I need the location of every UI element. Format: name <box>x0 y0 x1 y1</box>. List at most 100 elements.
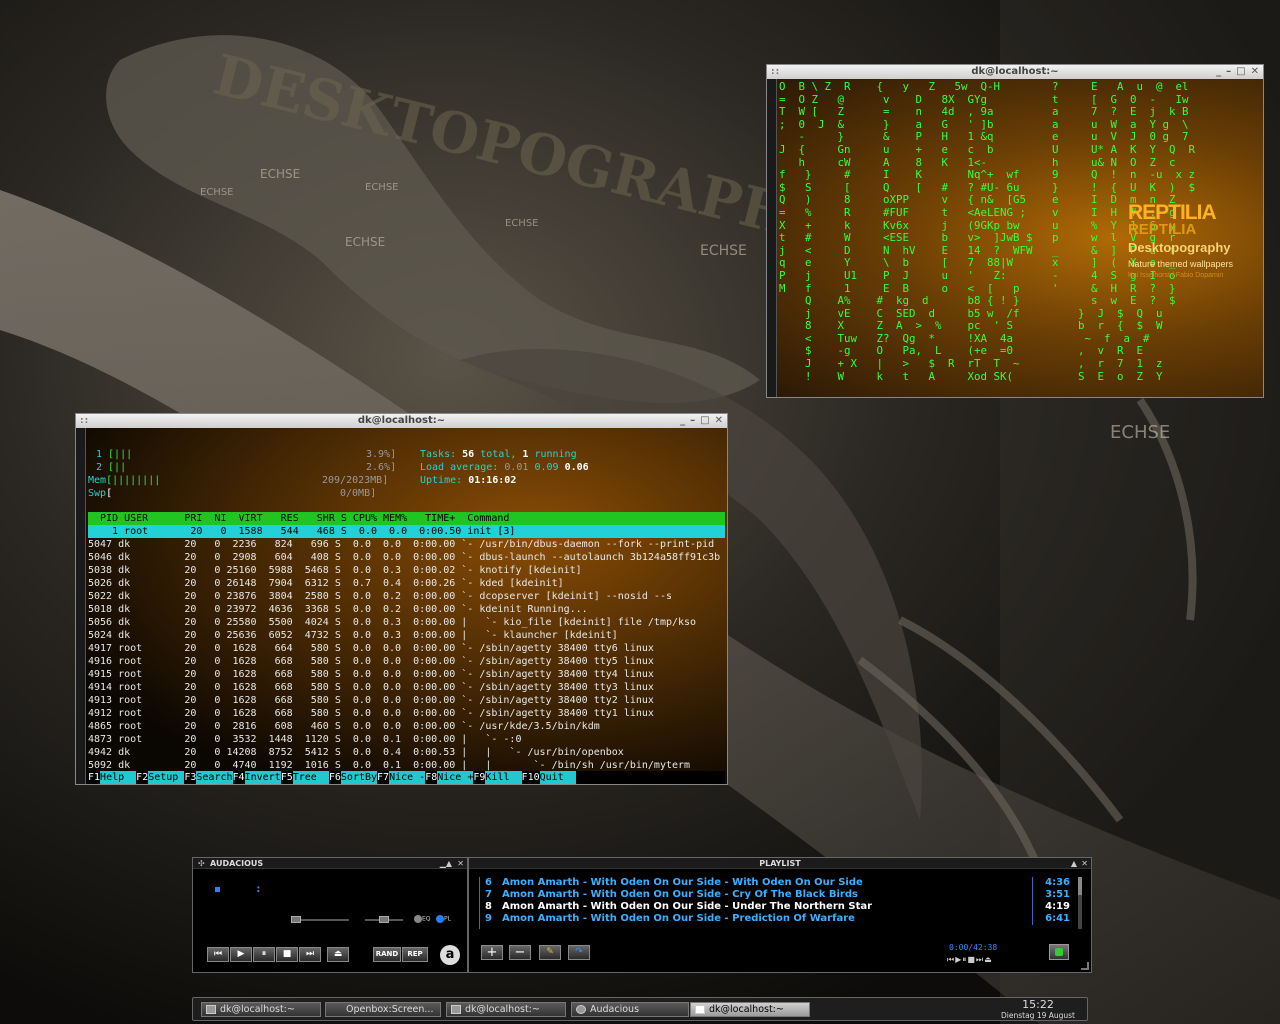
fkey-label[interactable]: Nice + <box>437 771 474 784</box>
process-row[interactable]: 4942 dk 20 0 14208 8752 5412 S 0.0 0.4 0… <box>88 746 624 759</box>
task-button[interactable]: Openbox:Screen... <box>325 1002 441 1017</box>
process-row[interactable]: 5056 dk 20 0 25580 5500 4024 S 0.0 0.3 0… <box>88 616 696 629</box>
fkey-label[interactable]: Tree <box>292 771 329 784</box>
close-icon[interactable]: ✕ <box>715 414 723 428</box>
fkey-label[interactable]: Kill <box>485 771 522 784</box>
previous-button[interactable]: ⏮ <box>207 947 229 962</box>
fkey-label[interactable]: Nice - <box>389 771 426 784</box>
pl-toggle[interactable]: PL <box>436 915 451 923</box>
process-row[interactable]: 5047 dk 20 0 2236 824 696 S 0.0 0.0 0:00… <box>88 538 714 551</box>
matrix-line: T W [ Z = n 4d , 9a a 7 ? E j k B <box>779 105 1189 119</box>
scrollbar[interactable] <box>76 428 86 784</box>
playlist-time: 0:00/42:38 <box>949 943 998 952</box>
window-icon <box>206 1005 216 1014</box>
process-row[interactable]: 4917 root 20 0 1628 664 580 S 0.0 0.0 0:… <box>88 642 654 655</box>
volume-slider[interactable] <box>291 916 349 923</box>
play-button[interactable]: ▶ <box>230 947 252 962</box>
select-tracks-button[interactable]: ✎ <box>539 945 561 960</box>
playlist-track[interactable]: 6 Amon Amarth - With Oden On Our Side - W… <box>480 877 1079 889</box>
fkey-label[interactable]: Setup <box>148 771 185 784</box>
wallpaper-word: ECHSE <box>200 187 234 198</box>
close-icon[interactable]: ✕ <box>457 858 464 869</box>
balance-slider[interactable] <box>365 916 403 923</box>
player-titlebar[interactable]: ✣ AUDACIOUS ▁▲ ✕ <box>193 858 467 869</box>
playlist-track[interactable]: 8 Amon Amarth - With Oden On Our Side - U… <box>480 901 1079 913</box>
track-number: 6 <box>485 877 492 888</box>
eject-button[interactable]: ⏏ <box>327 947 349 962</box>
scrollbar[interactable] <box>767 79 777 397</box>
maximize-icon[interactable]: □ <box>700 414 709 428</box>
remove-track-button[interactable]: − <box>509 945 531 960</box>
task-button[interactable]: dk@localhost:~ <box>201 1002 321 1017</box>
process-table-header[interactable]: PID USER PRI NI VIRT RES SHR S CPU% MEM%… <box>88 512 725 525</box>
playlist-track[interactable]: 9 Amon Amarth - With Oden On Our Side - P… <box>480 913 1079 925</box>
player-title: AUDACIOUS <box>210 859 264 868</box>
process-row[interactable]: 4873 root 20 0 3532 1448 1120 S 0.0 0.1 … <box>88 733 521 746</box>
repeat-button[interactable]: REP <box>402 947 428 962</box>
pl-label: PL <box>444 915 451 923</box>
window-icon <box>695 1005 705 1014</box>
eq-label: EQ <box>422 915 431 923</box>
wallpaper-word: ECHSE <box>345 235 385 249</box>
process-row[interactable]: 4913 root 20 0 1628 668 580 S 0.0 0.0 0:… <box>88 694 654 707</box>
audacious-playlist[interactable]: PLAYLIST ▲ ✕ 6 Amon Amarth - With Oden On… <box>468 857 1092 973</box>
matrix-line: f } # I K Nq^+ wf 9 Q ! n -u x z <box>779 168 1196 182</box>
add-track-button[interactable]: + <box>481 945 503 960</box>
eq-toggle[interactable]: EQ <box>414 915 431 923</box>
playlist-titlebar[interactable]: PLAYLIST ▲ ✕ <box>469 858 1091 869</box>
fkey-label[interactable]: Search <box>196 771 233 784</box>
terminal-area[interactable]: 1 [||| 3.9%] 2 [|| 2.6%] Mem[|||||||| 20… <box>76 428 727 784</box>
task-button-active[interactable]: dk@localhost:~ <box>690 1002 810 1017</box>
process-row[interactable]: 5022 dk 20 0 23876 3804 2580 S 0.0 0.2 0… <box>88 590 672 603</box>
task-label: Openbox:Screen... <box>346 1004 434 1015</box>
playlist-menu-button[interactable] <box>1049 944 1069 960</box>
process-row[interactable]: 4914 root 20 0 1628 668 580 S 0.0 0.0 0:… <box>88 681 654 694</box>
stop-button[interactable]: ■ <box>276 947 298 962</box>
iconify-icon[interactable]: _ <box>1216 65 1221 79</box>
minimize-icon[interactable]: – <box>690 414 695 428</box>
process-row[interactable]: 5018 dk 20 0 23972 4636 3368 S 0.0 0.2 0… <box>88 603 588 616</box>
process-row-selected[interactable]: 1 root 20 0 1588 544 468 S 0.0 0.0 0:00.… <box>88 525 725 538</box>
fkey-label[interactable]: SortBy <box>340 771 378 784</box>
fkey-label[interactable]: Help <box>100 771 137 784</box>
matrix-line: J { Gn u + e c b U U* A K Y Q R <box>779 142 1196 156</box>
swp-value: 0/0MB] <box>340 488 377 499</box>
close-icon[interactable]: ✕ <box>1081 858 1088 869</box>
terminal-area[interactable]: O B \ Z R { y Z 5w Q-H ? E A u @ el = O Z… <box>767 79 1263 397</box>
playlist-misc-button[interactable]: ↷ <box>568 945 590 960</box>
shuffle-button[interactable]: RAND <box>373 947 401 962</box>
iconify-icon[interactable]: _ <box>680 414 685 428</box>
window-titlebar[interactable]: :: dk@localhost:~ _ – □ ✕ <box>767 65 1263 79</box>
audacious-menu-icon[interactable]: ✣ <box>198 858 205 869</box>
audacious-player[interactable]: ✣ AUDACIOUS ▁▲ ✕ : EQ PL ⏮ ▶ ⏸ ■ ⏭ ⏏ RAN… <box>192 857 468 973</box>
window-titlebar[interactable]: :: dk@localhost:~ _ – □ ✕ <box>76 414 727 428</box>
process-row[interactable]: 5038 dk 20 0 25160 5988 5468 S 0.0 0.3 0… <box>88 564 582 577</box>
shade-icon[interactable]: ▁▲ <box>440 858 452 869</box>
process-row[interactable]: 5026 dk 20 0 26148 7904 6312 S 0.7 0.4 0… <box>88 577 564 590</box>
fkey-label[interactable]: Invert <box>244 771 281 784</box>
track-duration: 3:51 <box>1032 889 1072 901</box>
process-row[interactable]: 5024 dk 20 0 25636 6052 4732 S 0.0 0.3 0… <box>88 629 618 642</box>
fkey-label[interactable]: Quit <box>539 771 576 784</box>
pause-button[interactable]: ⏸ <box>253 947 275 962</box>
playlist-track[interactable]: 7 Amon Amarth - With Oden On Our Side - C… <box>480 889 1079 901</box>
close-icon[interactable]: ✕ <box>1251 65 1259 79</box>
process-row[interactable]: 4865 root 20 0 2816 608 460 S 0.0 0.0 0:… <box>88 720 600 733</box>
task-button[interactable]: dk@localhost:~ <box>446 1002 566 1017</box>
mini-controls[interactable]: ⏮▶⏸■⏭⏏ <box>947 955 993 965</box>
process-row[interactable]: 4915 root 20 0 1628 668 580 S 0.0 0.0 0:… <box>88 668 654 681</box>
shade-icon[interactable]: ▲ <box>1071 858 1077 869</box>
matrix-terminal-window[interactable]: :: dk@localhost:~ _ – □ ✕ O B \ Z R { y … <box>766 64 1264 398</box>
task-button[interactable]: Audacious <box>571 1002 689 1017</box>
process-row[interactable]: 4912 root 20 0 1628 668 580 S 0.0 0.0 0:… <box>88 707 654 720</box>
process-row[interactable]: 4916 root 20 0 1628 668 580 S 0.0 0.0 0:… <box>88 655 654 668</box>
next-button[interactable]: ⏭ <box>299 947 321 962</box>
minimize-icon[interactable]: – <box>1226 65 1231 79</box>
maximize-icon[interactable]: □ <box>1236 65 1245 79</box>
resize-grip-icon[interactable] <box>1081 962 1089 970</box>
process-row[interactable]: 5046 dk 20 0 2908 604 408 S 0.0 0.0 0:00… <box>88 551 720 564</box>
audacious-logo-icon[interactable]: a <box>440 945 460 965</box>
clock[interactable]: 15:22 Dienstag 19 August <box>995 998 1081 1020</box>
htop-terminal-window[interactable]: :: dk@localhost:~ _ – □ ✕ 1 [||| 3.9%] 2… <box>75 413 728 785</box>
playlist-scrollbar[interactable] <box>1078 877 1082 929</box>
